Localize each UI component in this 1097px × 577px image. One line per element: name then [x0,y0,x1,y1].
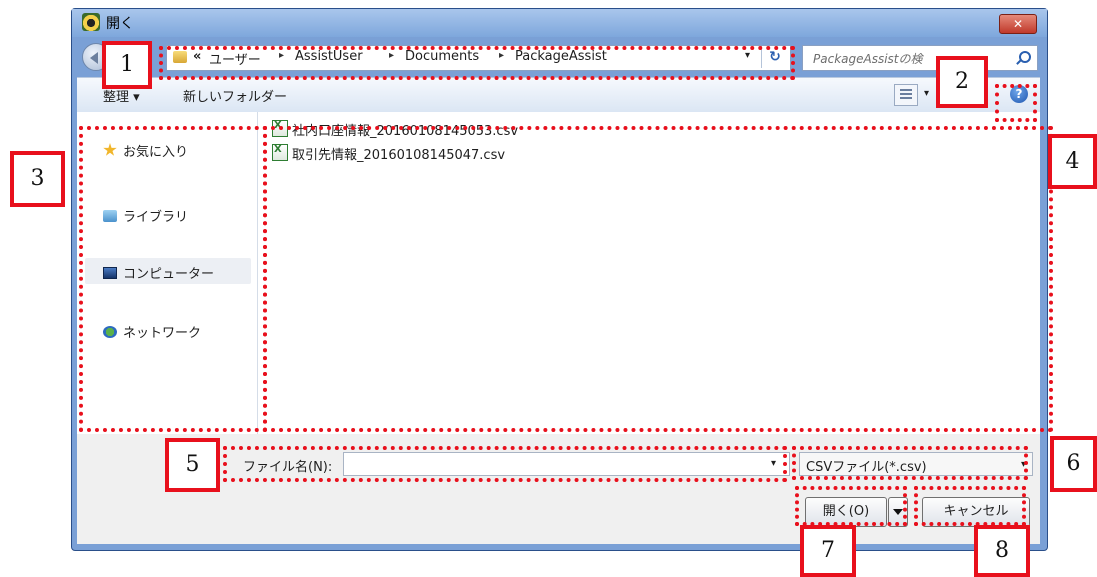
view-options-icon[interactable] [894,84,918,106]
annotation-region-cancel [914,486,1026,526]
annotation-marker-7: 7 [800,525,856,577]
dialog-title: 開く [106,16,134,32]
annotation-region-address [159,46,795,80]
annotation-region-filetype [792,446,1028,480]
annotation-region-file-list [263,126,1053,432]
annotation-marker-5: 5 [165,438,220,492]
app-icon [82,13,100,31]
annotation-marker-2: 2 [936,56,988,108]
annotation-marker-4: 4 [1048,134,1097,189]
annotation-region-filename [223,446,787,482]
annotation-marker-6: 6 [1050,436,1097,492]
new-folder-button[interactable]: 新しいフォルダー [183,86,287,105]
close-button[interactable]: ✕ [999,14,1037,34]
view-dropdown-icon[interactable]: ▾ [924,88,929,99]
command-toolbar: 整理 ▾ 新しいフォルダー ▾ ? [77,77,1040,113]
title-bar: 開く ✕ [72,9,1047,37]
search-icon[interactable] [1019,51,1031,63]
annotation-region-help [995,84,1037,122]
annotation-marker-1: 1 [102,41,152,89]
annotation-marker-3: 3 [10,151,65,207]
annotation-region-open [795,486,907,526]
annotation-region-navigation [79,126,267,432]
annotation-marker-8: 8 [974,525,1030,577]
search-input[interactable]: PackageAssistの検 [802,45,1038,71]
